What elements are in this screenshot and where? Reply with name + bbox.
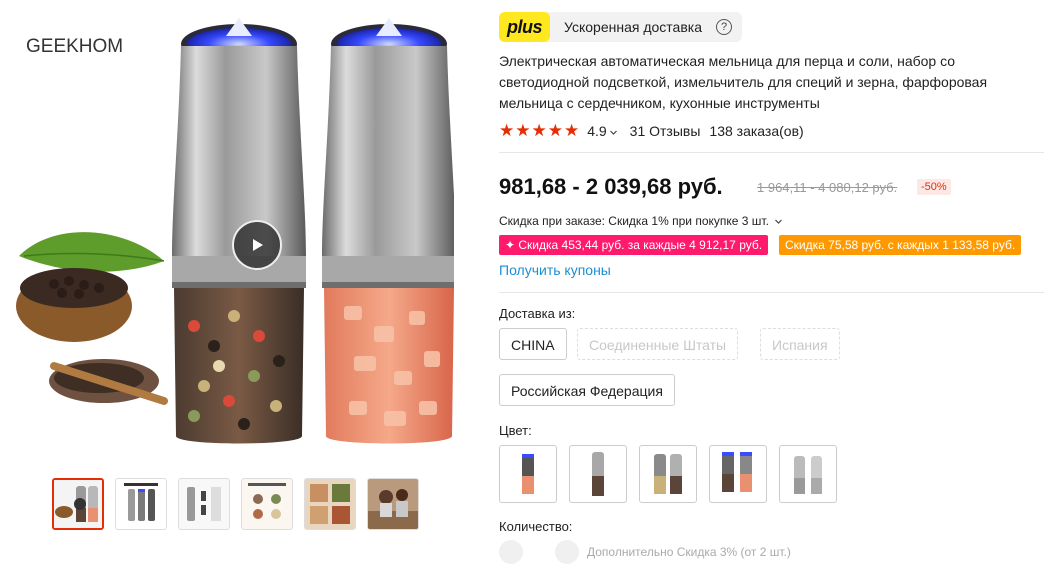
chevron-down-icon (609, 130, 617, 135)
discount-badge: -50% (917, 179, 951, 195)
reviews-link[interactable]: 31 Отзывы (630, 123, 701, 139)
price-range: 981,68 - 2 039,68 руб. (499, 174, 723, 199)
main-product-image[interactable]: GEEKHOM (14, 6, 456, 464)
quantity-increase-button[interactable] (555, 540, 579, 564)
thumbnail-5[interactable] (304, 478, 356, 530)
coupon-primary[interactable]: ✦ Скидка 453,44 руб. за каждые 4 912,17 … (499, 235, 769, 255)
rating-value[interactable]: 4.9 (587, 123, 617, 139)
plus-delivery-banner: plus Ускоренная доставка ? (499, 12, 742, 42)
thumbnail-3[interactable] (178, 478, 230, 530)
divider (499, 292, 1044, 293)
rating-number: 4.9 (587, 123, 607, 139)
coupon-secondary[interactable]: Скидка 75,58 руб. с каждых 1 133,58 руб. (779, 235, 1022, 255)
divider (499, 152, 1044, 153)
thumbnail-2[interactable] (115, 478, 167, 530)
brand-logo: GEEKHOM (26, 36, 123, 57)
fast-delivery-label: Ускоренная доставка (564, 19, 702, 35)
chevron-down-icon (775, 219, 783, 225)
color-label: Цвет: (499, 423, 532, 438)
thumbnail-4[interactable] (241, 478, 293, 530)
product-gallery: GEEKHOM (0, 0, 470, 554)
extra-discount-text: Дополнительно Скидка 3% (от 2 шт.) (587, 545, 791, 559)
color-option-2[interactable] (569, 445, 627, 503)
order-discount-text: Скидка при заказе: Скидка 1% при покупке… (499, 214, 769, 228)
orders-count: 138 заказа(ов) (709, 123, 804, 139)
ship-from-label: Доставка из: (499, 306, 576, 321)
quantity-label: Количество: (499, 519, 573, 534)
thumbnail-6[interactable] (367, 478, 419, 530)
plus-badge: plus (499, 12, 551, 42)
thumbnail-1[interactable] (52, 478, 104, 530)
color-option-5[interactable] (779, 445, 837, 503)
help-icon[interactable]: ? (716, 19, 732, 35)
star-rating-icons: ★★★★★ (499, 121, 581, 140)
thumbnail-strip (52, 478, 419, 530)
play-icon (253, 239, 263, 251)
order-discount-promo[interactable]: Скидка при заказе: Скидка 1% при покупке… (499, 214, 783, 228)
ship-from-china[interactable]: CHINA (499, 328, 567, 360)
ship-from-russia[interactable]: Российская Федерация (499, 374, 675, 406)
quantity-row: Дополнительно Скидка 3% (от 2 шт.) (499, 540, 791, 564)
quantity-decrease-button[interactable] (499, 540, 523, 564)
ship-from-spain[interactable]: Испания (760, 328, 840, 360)
color-option-4[interactable] (709, 445, 767, 503)
get-coupons-link[interactable]: Получить купоны (499, 262, 611, 278)
old-price-range: 1 964,11 - 4 080,12 руб. (757, 180, 898, 195)
ship-from-usa[interactable]: Соединенные Штаты (577, 328, 739, 360)
color-option-1[interactable] (499, 445, 557, 503)
product-title: Электрическая автоматическая мельница дл… (499, 53, 988, 111)
rating-row: ★★★★★ 4.9 31 Отзывы 138 заказа(ов) (499, 121, 804, 141)
color-option-3[interactable] (639, 445, 697, 503)
play-video-button[interactable] (232, 220, 282, 270)
